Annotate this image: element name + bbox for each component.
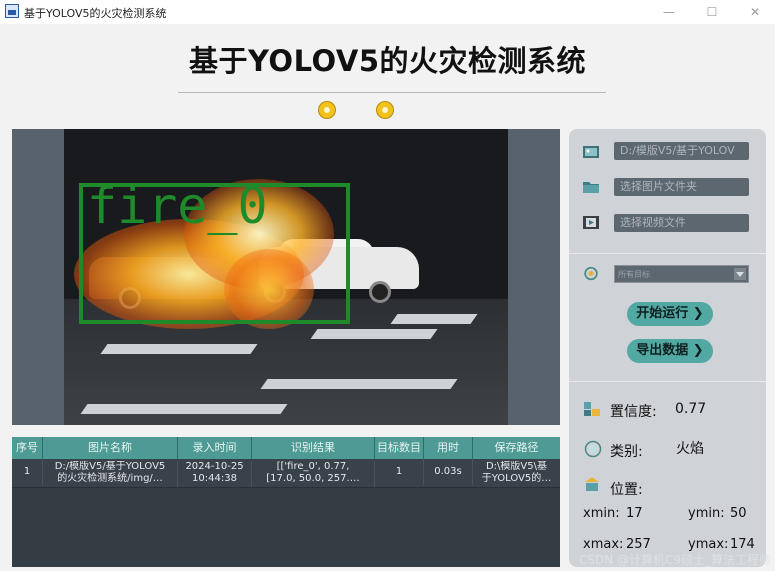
panel-divider <box>569 253 766 254</box>
column-header-time[interactable]: 录入时间 <box>178 437 252 459</box>
cell-duration: 0.03s <box>424 459 473 485</box>
xmax-label: xmax: <box>583 537 624 552</box>
position-icon <box>585 477 599 491</box>
cell-count: 1 <box>375 459 424 485</box>
page-title: 基于YOLOV5的火灾检测系统 <box>188 44 587 78</box>
class-value: 火焰 <box>676 441 704 457</box>
chevron-down-icon[interactable] <box>734 268 746 280</box>
xmin-label: xmin: <box>583 506 620 521</box>
column-header-index[interactable]: 序号 <box>12 437 43 459</box>
folder-icon <box>583 182 599 193</box>
title-bar: 基于YOLOV5的火灾检测系统 — ☐ ✕ <box>0 0 775 24</box>
ymin-label: ymin: <box>688 506 725 521</box>
table-header: 序号 图片名称 录入时间 识别结果 目标数目 用时 保存路径 <box>12 437 560 459</box>
cell-result: [['fire_0', 0.77, [17.0, 50.0, 257.… <box>252 461 375 487</box>
decoration-icon-right <box>376 101 394 119</box>
column-header-duration[interactable]: 用时 <box>424 437 473 459</box>
watermark-text: CSDN @计算机C9硕士_算法工程师 <box>578 553 771 567</box>
road-stripe <box>80 404 288 414</box>
column-header-save-path[interactable]: 保存路径 <box>473 437 560 459</box>
cell-time: 2024-10-25 10:44:38 <box>178 461 252 487</box>
position-label: 位置: <box>610 482 643 498</box>
video-file-input[interactable]: 选择视频文件 <box>614 214 749 232</box>
export-button[interactable]: 导出数据 ❯ <box>627 339 713 363</box>
minimize-button[interactable]: — <box>654 3 684 21</box>
app-icon <box>5 4 19 18</box>
run-button[interactable]: 开始运行 ❯ <box>627 302 713 326</box>
table-row[interactable]: 1 D:/模版V5/基于YOLOV5 的火灾检测系统/img/… 2024-10… <box>12 459 560 488</box>
wheel <box>369 281 391 303</box>
target-select-value: 所有目标 <box>618 270 650 279</box>
xmin-value: 17 <box>626 506 643 521</box>
ymin-value: 50 <box>730 506 747 521</box>
class-icon <box>584 440 602 458</box>
road-stripe <box>260 379 458 389</box>
video-file-icon <box>583 216 599 229</box>
detection-image: fire_0 <box>64 129 508 425</box>
confidence-icon <box>584 402 600 416</box>
target-icon <box>584 266 598 281</box>
window-title: 基于YOLOV5的火灾检测系统 <box>24 7 167 20</box>
ymax-value: 174 <box>730 537 755 552</box>
maximize-button[interactable]: ☐ <box>697 3 727 21</box>
close-button[interactable]: ✕ <box>740 3 770 21</box>
title-divider <box>178 92 606 93</box>
ymax-label: ymax: <box>688 537 729 552</box>
road-stripe <box>310 329 438 339</box>
column-header-image-name[interactable]: 图片名称 <box>43 437 178 459</box>
cell-image-name: D:/模版V5/基于YOLOV5 的火灾检测系统/img/… <box>43 461 178 487</box>
image-path-input[interactable]: D:/模版V5/基于YOLOV <box>614 142 749 160</box>
target-select[interactable]: 所有目标 <box>614 265 749 283</box>
detection-label: fire_0 <box>87 177 268 235</box>
image-folder-input[interactable]: 选择图片文件夹 <box>614 178 749 196</box>
results-table: 序号 图片名称 录入时间 识别结果 目标数目 用时 保存路径 1 D:/模版V5… <box>12 437 560 567</box>
image-file-icon <box>583 146 599 158</box>
class-label: 类别: <box>610 444 643 460</box>
column-header-count[interactable]: 目标数目 <box>375 437 424 459</box>
road-stripe <box>100 344 258 354</box>
xmax-value: 257 <box>626 537 651 552</box>
cell-index: 1 <box>12 459 43 485</box>
control-panel: D:/模版V5/基于YOLOV 选择图片文件夹 选择视频文件 所有目标 开始运行… <box>569 129 766 567</box>
decoration-icon-left <box>318 101 336 119</box>
road-stripe <box>390 314 478 324</box>
confidence-value: 0.77 <box>675 401 707 417</box>
column-header-result[interactable]: 识别结果 <box>252 437 375 459</box>
panel-divider <box>569 381 766 382</box>
cell-save-path: D:\模版V5\基 于YOLOV5的… <box>481 461 552 484</box>
confidence-label: 置信度: <box>610 404 657 420</box>
image-display: fire_0 <box>12 129 560 425</box>
